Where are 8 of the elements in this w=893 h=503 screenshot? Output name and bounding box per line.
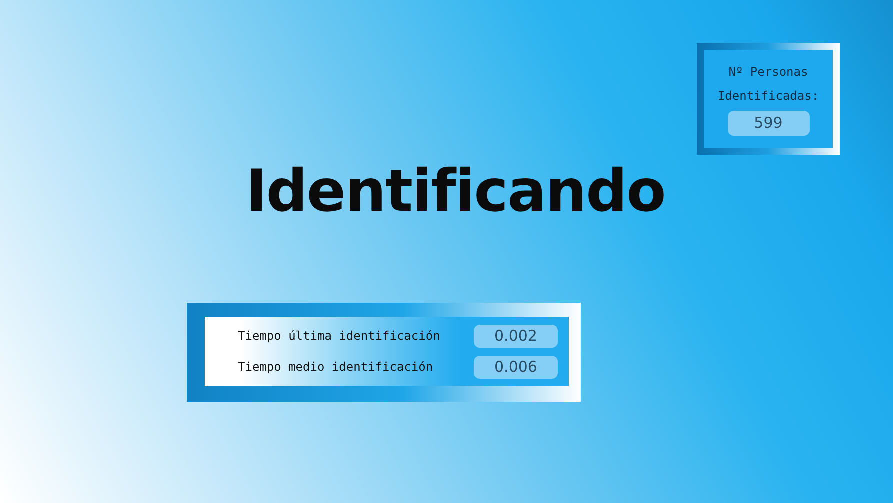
status-title: Identificando	[244, 157, 666, 225]
timing-value: 0.002	[474, 324, 558, 348]
counter-label: Nº Personas	[728, 64, 808, 81]
timing-value: 0.006	[474, 356, 558, 378]
timing-label: Tiempo última identificación	[238, 329, 442, 343]
count-value: 599	[728, 111, 810, 136]
counter-label: Identificadas:	[718, 88, 820, 105]
timing-label: Tiempo medio identificación	[238, 360, 434, 374]
